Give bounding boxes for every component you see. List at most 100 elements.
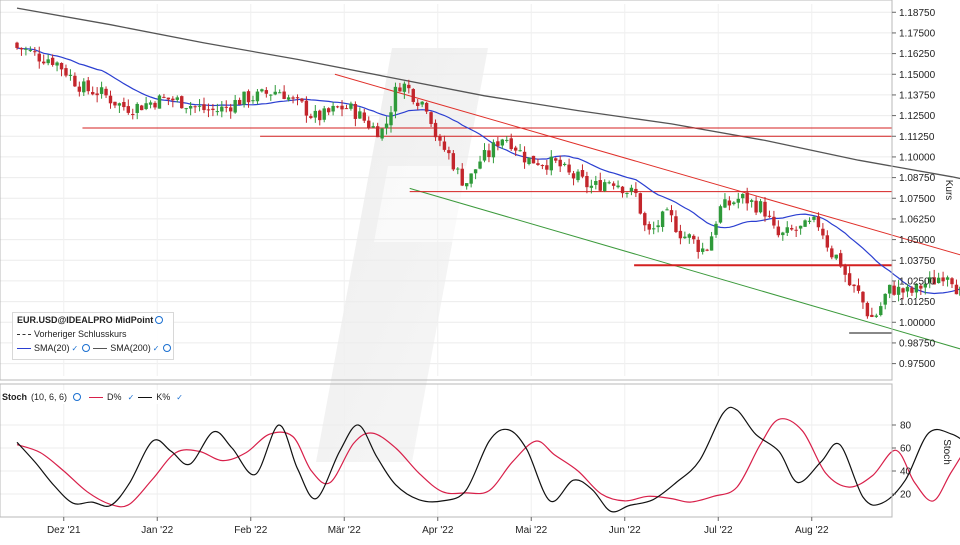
candle-body [540,165,545,167]
candle-body [37,53,41,62]
candle-body [723,199,727,208]
candle-body [442,141,447,150]
candle-body [424,102,429,112]
price-tick-label: 1.01250 [899,297,936,308]
candle-body [838,253,843,267]
chart-canvas: 1.18750 1.17500 1.16250 1.15000 1.13750 1.125… [0,0,960,536]
candle-body [954,284,959,295]
candle-body [594,181,598,185]
candle-body [545,165,549,170]
candle-body [380,128,384,139]
x-tick-label: Jan '22 [141,525,173,536]
candle-body [291,97,295,99]
candle-body [807,220,812,222]
candle-body [683,236,687,239]
settings-gear-icon[interactable] [155,316,164,324]
candle-body [491,142,496,158]
candle-body [335,106,340,108]
candle-body [887,284,892,294]
candle-body [184,108,188,110]
candle-body [781,232,785,236]
candle-body [892,285,896,295]
price-tick-label: 1.13750 [899,90,936,101]
candle-body [277,92,282,94]
check-icon[interactable]: ✓ [72,344,79,353]
candle-body [941,277,945,282]
candle-body [211,108,215,110]
candle-body [518,150,522,152]
price-tick-label: 1.16250 [899,49,936,60]
check-icon[interactable]: ✓ [176,393,183,402]
candle-body [798,225,803,229]
candle-body [549,156,553,171]
candle-body [656,225,660,228]
price-tick-label: 1.12500 [899,111,936,122]
candle-body [447,150,451,154]
candle-body [46,59,50,64]
check-icon[interactable]: ✓ [128,393,135,402]
candle-body [411,89,415,102]
price-legend: EUR.USD@IDEALPRO MidPoint Vorheriger Sch… [12,312,174,360]
candle-body [304,100,309,116]
settings-gear-icon[interactable] [163,344,172,352]
candle-body [215,111,220,113]
candle-body [229,107,233,112]
candle-body [758,201,763,213]
trend-line-1 [409,187,960,350]
legend-item-sma: SMA(20) ✓ SMA(200) ✓ [13,341,173,355]
candle-body [945,277,950,280]
candle-body [589,185,594,188]
candle-body [790,228,794,230]
stoch-params: (10, 6, 6) [31,392,68,402]
candle-body [371,126,375,128]
candle-body [171,98,175,101]
candle-body [950,278,954,285]
candle-body [95,93,99,96]
candle-body [282,91,286,99]
check-icon[interactable]: ✓ [153,344,160,353]
candle-body [438,136,442,141]
candle-body [456,168,460,170]
price-tick-label: 1.17500 [899,28,936,39]
candle-body [794,229,798,231]
candle-body [879,306,883,316]
candle-body [816,216,821,228]
candle-body [905,286,910,292]
candle-body [620,186,625,194]
candle-body [73,75,77,87]
candle-body [86,80,90,92]
candle-body [451,153,456,170]
candle-body [616,185,620,188]
candle-body [651,228,656,230]
settings-gear-icon[interactable] [82,344,91,352]
candle-body [50,57,55,65]
price-tick-label: 1.05000 [899,235,936,246]
candle-body [131,114,135,116]
candle-body [554,158,558,161]
legend-swatch-d [89,396,104,398]
candle-body [251,100,255,102]
candle-body [536,163,540,165]
candle-body [852,284,856,287]
candle-body [505,139,509,141]
candle-body [861,291,865,303]
legend-swatch-dashed [17,333,31,335]
stoch-title: Stoch [2,392,28,402]
sma20-line [16,47,960,295]
candle-body [33,51,37,53]
candle-body [607,182,611,184]
candle-body [665,209,669,211]
x-tick-label: Dez '21 [47,525,81,536]
candle-body [313,110,318,118]
candle-body [309,116,313,118]
legend-item-prev-close[interactable]: Vorheriger Schlusskurs [13,327,173,341]
candle-body [344,108,349,110]
candle-body [643,213,647,226]
candle-body [611,183,616,186]
legend-swatch-sma200 [93,347,108,349]
candle-body [358,111,362,119]
price-tick-label: 1.00000 [899,318,936,329]
settings-gear-icon[interactable] [73,393,82,401]
candle-body [571,173,576,179]
candle-body [473,169,478,174]
